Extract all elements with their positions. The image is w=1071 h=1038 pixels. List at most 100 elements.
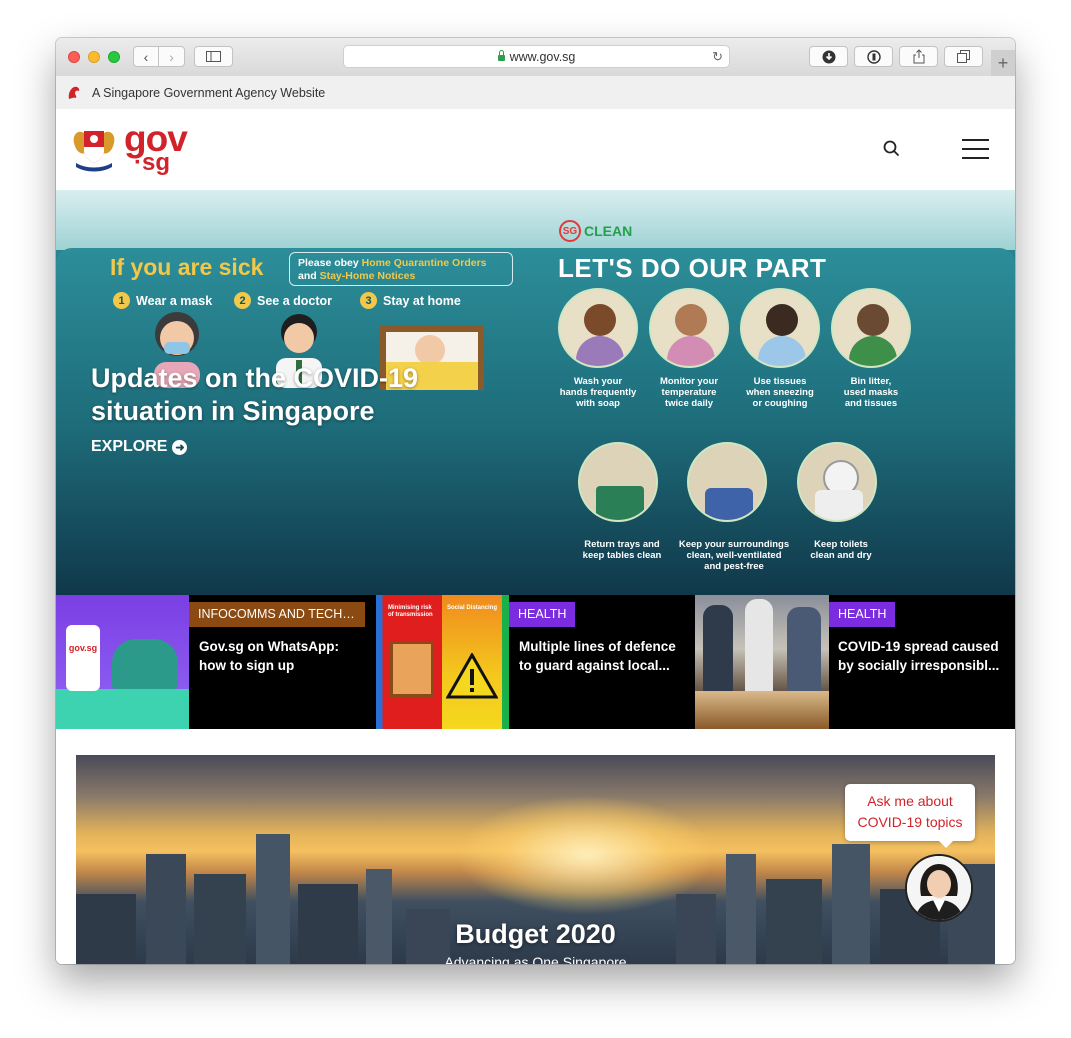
card-title[interactable]: COVID-19 spread caused by socially irres… <box>838 637 1006 675</box>
tip-caption: Keep toilets clean and dry <box>810 539 872 561</box>
article-thumbnail: Minimising risk of transmission Social D… <box>376 595 509 729</box>
password-button[interactable] <box>854 46 893 67</box>
poster-step-3: 3 Stay at home <box>360 292 461 309</box>
card-category-tag[interactable]: HEALTH <box>829 602 896 627</box>
new-tab-button[interactable]: + <box>991 50 1015 76</box>
explore-link[interactable]: EXPLORE ➜ <box>91 438 188 456</box>
virus-board-illustration <box>390 641 434 697</box>
budget-title: Budget 2020 <box>455 919 616 949</box>
buffet-table <box>695 691 829 729</box>
tip-caption: Monitor your temperature twice daily <box>659 376 719 409</box>
logo-sg-label: sg <box>142 149 171 176</box>
tip-toilets-image <box>797 442 877 522</box>
step-2-number: 2 <box>234 292 251 309</box>
tip-return-trays-image <box>578 442 658 522</box>
lock-icon <box>497 49 505 61</box>
tip-temperature-image <box>649 288 729 368</box>
poster-step-2: 2 See a doctor <box>234 292 332 309</box>
card-title-line1: Multiple lines of defence <box>519 639 676 654</box>
tip-caption: Use tissues when sneezing or coughing <box>746 376 814 409</box>
browser-window: ‹ › www.gov.sg ↻ + A Singapore Governmen… <box>56 38 1015 964</box>
article-card[interactable]: HEALTH COVID-19 spread caused by sociall… <box>695 595 1015 729</box>
step-3-label: Stay at home <box>383 293 461 308</box>
hero-title[interactable]: Updates on the COVID-19 situation in Sin… <box>91 362 418 428</box>
thumbnail-govsg-text: gov.sg <box>68 643 98 653</box>
card-title-line2: to guard against local... <box>519 658 670 673</box>
share-button[interactable] <box>899 46 938 67</box>
chatbot-prompt-bubble[interactable]: Ask me about COVID-19 topics <box>845 784 975 848</box>
gov-banner-text: A Singapore Government Agency Website <box>92 85 326 100</box>
sgclean-badge: SG <box>559 220 581 242</box>
explore-label: EXPLORE <box>91 438 168 455</box>
step-3-number: 3 <box>360 292 377 309</box>
tabs-overview-button[interactable] <box>944 46 983 67</box>
card-title-line2: how to sign up <box>199 658 295 673</box>
card-category-tag[interactable]: INFOCOMMS AND TECHN... <box>189 602 365 627</box>
back-button[interactable]: ‹ <box>133 46 159 67</box>
article-card[interactable]: Minimising risk of transmission Social D… <box>376 595 695 729</box>
tip-caption: Return trays and keep tables clean <box>582 539 662 561</box>
downloads-button[interactable] <box>809 46 848 67</box>
hero-banner[interactable]: SG CLEAN If you are sick Please obey Hom… <box>56 190 1015 595</box>
maximize-window-button[interactable] <box>108 51 120 63</box>
address-url: www.gov.sg <box>509 49 576 64</box>
step-2-label: See a doctor <box>257 293 333 308</box>
download-icon <box>822 50 835 63</box>
poster-sick-heading: If you are sick <box>110 254 264 280</box>
logo-sg-text: ·sg <box>134 149 171 176</box>
chatbot-prompt-line2: COVID-19 topics <box>857 814 963 830</box>
search-icon[interactable] <box>882 139 902 159</box>
browser-toolbar: ‹ › www.gov.sg ↻ + <box>56 38 1015 77</box>
obey-highlight-2: Stay-Home Notices <box>319 270 416 282</box>
reload-icon[interactable]: ↻ <box>712 49 723 65</box>
article-card[interactable]: gov.sg INFOCOMMS AND TECHN... Gov.sg on … <box>56 595 376 729</box>
address-bar[interactable]: www.gov.sg ↻ <box>343 45 730 68</box>
password-icon <box>866 49 881 64</box>
card-title[interactable]: Multiple lines of defence to guard again… <box>519 637 689 675</box>
phone-illustration <box>66 625 100 691</box>
hero-title-line2: situation in Singapore <box>91 396 375 426</box>
article-thumbnail: gov.sg <box>56 595 189 729</box>
crowd-figure <box>787 607 821 695</box>
singapore-crest-icon <box>73 131 115 172</box>
close-window-button[interactable] <box>68 51 80 63</box>
thumb-right-caption: Social Distancing <box>446 605 497 611</box>
budget-subtitle: Advancing as One Singapore <box>444 954 627 964</box>
chevron-right-icon: › <box>169 48 174 65</box>
arrow-right-circle-icon: ➜ <box>172 439 188 455</box>
merlion-icon <box>68 86 80 99</box>
site-header: gov ·sg <box>56 109 1015 190</box>
people-illustration <box>112 639 178 689</box>
menu-icon[interactable] <box>962 139 989 159</box>
minimize-window-button[interactable] <box>88 51 100 63</box>
thumb-left-caption: Minimising risk of transmission <box>388 605 433 618</box>
obey-mid: and <box>298 270 320 282</box>
step-1-label: Wear a mask <box>136 293 213 308</box>
tip-surroundings-image <box>687 442 767 522</box>
plus-icon: + <box>997 52 1009 73</box>
obey-highlight-1: Home Quarantine Orders <box>361 257 487 269</box>
crowd-figure <box>703 605 733 695</box>
tip-tissues-image <box>740 288 820 368</box>
poster-step-1: 1 Wear a mask <box>113 292 212 309</box>
thumb-green-edge <box>502 595 509 729</box>
warning-sign-icon <box>446 653 498 699</box>
article-thumbnail <box>695 595 829 729</box>
share-icon <box>913 49 924 64</box>
assistant-avatar-icon <box>907 856 971 920</box>
card-title[interactable]: Gov.sg on WhatsApp: how to sign up <box>199 637 371 675</box>
sidebar-toggle-button[interactable] <box>194 46 233 67</box>
forward-button[interactable]: › <box>158 46 185 67</box>
chatbot-avatar[interactable] <box>905 854 973 922</box>
article-cards: gov.sg INFOCOMMS AND TECHN... Gov.sg on … <box>56 595 1015 729</box>
tip-wash-hands-image <box>558 288 638 368</box>
crowd-figure <box>745 599 773 695</box>
tip-caption: Bin litter, used masks and tissues <box>843 376 899 409</box>
tabs-icon <box>957 50 970 63</box>
sgclean-label: CLEAN <box>584 223 633 239</box>
tip-bin-litter-image <box>831 288 911 368</box>
sgclean-logo: SG CLEAN <box>559 220 632 242</box>
card-category-tag[interactable]: HEALTH <box>509 602 576 627</box>
poster-part-heading: LET'S DO OUR PART <box>558 253 827 283</box>
hero-title-line1: Updates on the COVID-19 <box>91 363 419 393</box>
